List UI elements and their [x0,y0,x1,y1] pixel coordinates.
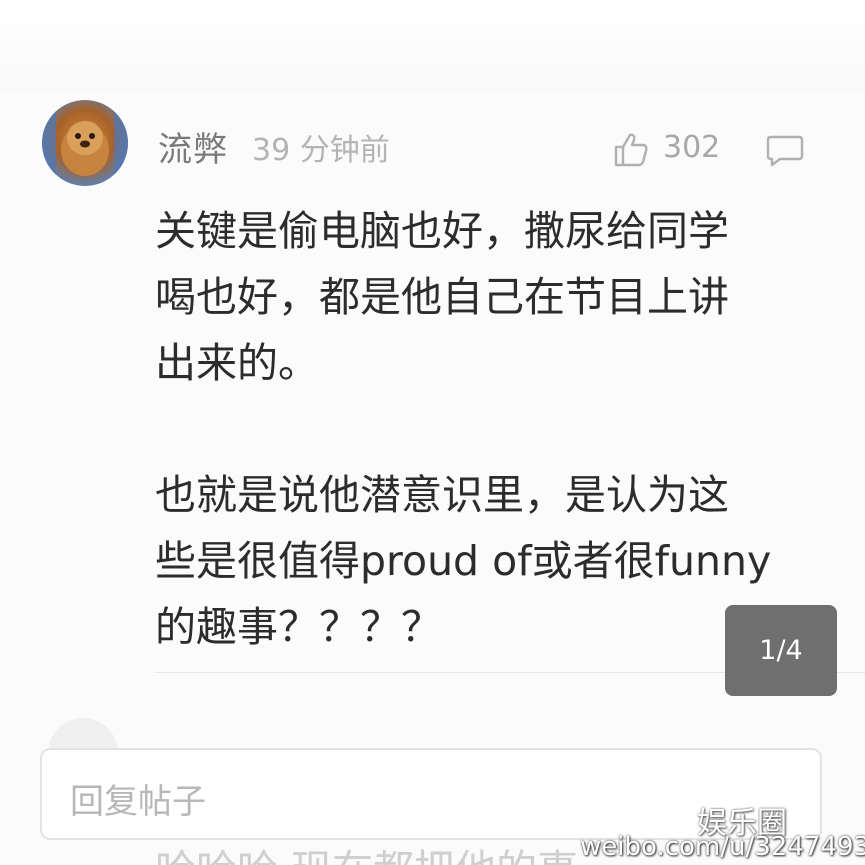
like-count: 302 [663,130,721,165]
avatar[interactable] [42,100,128,186]
page-indicator: 1/4 [725,605,837,696]
comment-timestamp: 39 分钟前 [252,133,390,168]
thumbs-up-icon[interactable] [612,130,650,168]
comment-paragraph: 关键是偷电脑也好，撒尿给同学 喝也好，都是他自己在节目上讲 出来的。 [155,207,729,387]
watermark-url: weibo.com/u/3247493917 [580,832,865,862]
wechat-icon [650,803,689,832]
comment-screen: 流弊 39 分钟前 302 关键是偷电脑也好，撒尿给同学 喝也好，都是他自己在节… [0,0,865,865]
reply-placeholder: 回复帖子 [70,782,206,822]
header-area [0,0,865,90]
username[interactable]: 流弊 [158,122,228,171]
comment-bubble-icon[interactable] [766,134,804,168]
next-comment-text: 哈哈哈 现在都把他的事 [155,836,578,865]
comment-body: 关键是偷电脑也好，撒尿给同学 喝也好，都是他自己在节目上讲 出来的。 也就是说他… [155,198,835,660]
avatar-image [42,100,128,186]
